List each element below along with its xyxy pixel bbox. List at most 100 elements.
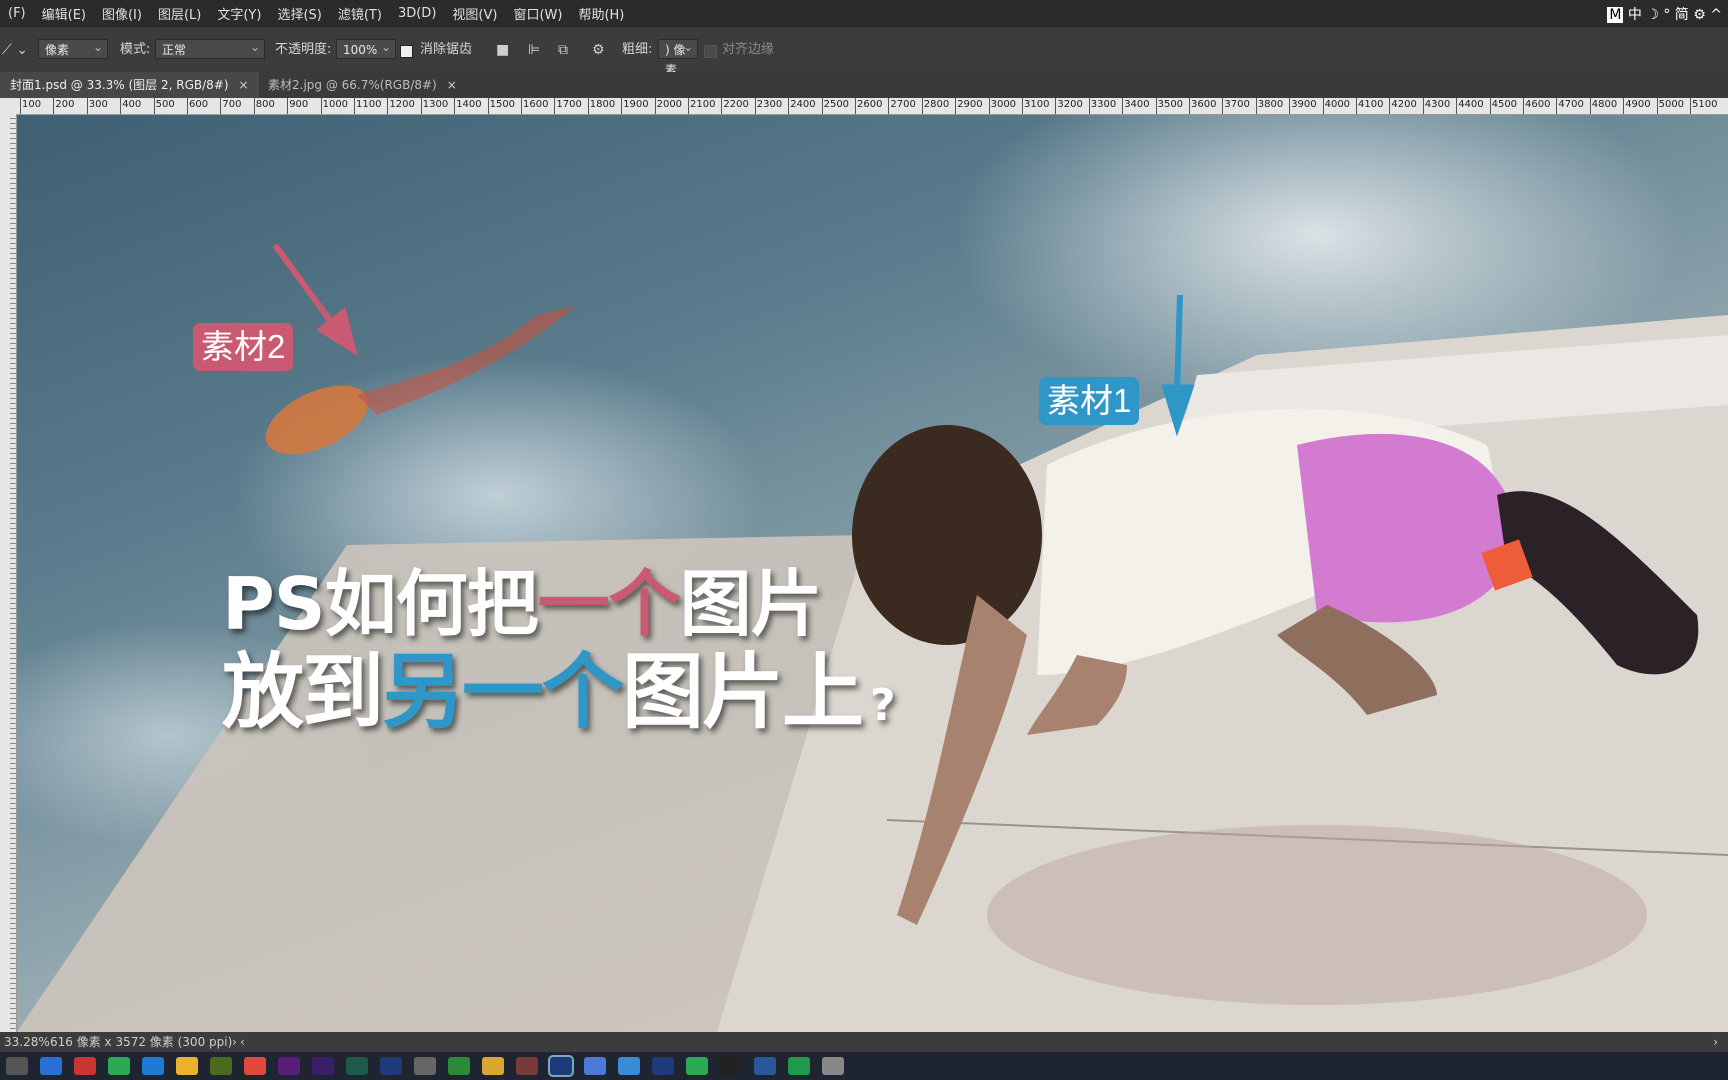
menu-item[interactable]: 帮助(H): [570, 4, 632, 23]
reflection: [987, 825, 1647, 1005]
ruler-tick: [287, 98, 289, 114]
ruler-tick: [220, 98, 222, 114]
wechat-icon[interactable]: [108, 1057, 130, 1075]
menu-item[interactable]: 文字(Y): [209, 4, 269, 23]
ruler-tick: [1189, 98, 1190, 114]
ruler-tick: [1055, 98, 1057, 114]
ruler-label: 4500: [1491, 99, 1518, 110]
horizontal-ruler[interactable]: 100 200 300 400 500 600 700 800 900 1000 1100 1200 1…: [16, 98, 1728, 115]
ruler-tick: [587, 98, 589, 114]
menu-item[interactable]: 图像(I): [94, 4, 150, 23]
width-input[interactable]: ) 像素: [658, 37, 698, 77]
menu-item[interactable]: 3D(D): [390, 6, 444, 21]
ruler-tick: [253, 98, 255, 114]
link-icon[interactable]: [618, 1057, 640, 1075]
menu-item[interactable]: 选择(S): [269, 4, 329, 23]
after-effects-icon[interactable]: [312, 1057, 334, 1075]
ruler-tick: [1623, 98, 1625, 114]
ruler-tick: [1088, 98, 1090, 114]
ruler-label: 2300: [756, 99, 783, 110]
ruler-tick: [721, 98, 723, 114]
video-icon[interactable]: [788, 1057, 810, 1075]
capture-icon[interactable]: [414, 1057, 436, 1075]
opacity-input[interactable]: 100%: [336, 37, 396, 59]
notes-icon[interactable]: [584, 1057, 606, 1075]
tab-cover-psd[interactable]: 封面1.psd @ 33.3% (图层 2, RGB/8#) ×: [0, 72, 259, 98]
word-icon[interactable]: [754, 1057, 776, 1075]
menu-item[interactable]: (F): [0, 6, 34, 21]
ruler-label: 500: [155, 99, 175, 110]
scroll-right-icon[interactable]: ›: [1713, 1032, 1718, 1052]
tool-preset-icon[interactable]: ⟋ ⌄: [2, 39, 28, 61]
ruler-tick: [788, 98, 790, 114]
vertical-ruler[interactable]: [0, 114, 17, 1034]
dreamweaver-icon[interactable]: [210, 1057, 232, 1075]
menu-item[interactable]: 图层(L): [150, 4, 209, 23]
ruler-tick: [1656, 98, 1658, 114]
material1-tag: 素材1: [1039, 377, 1140, 425]
chevron-up-icon[interactable]: ^: [1710, 7, 1722, 23]
ime-mode[interactable]: 简: [1675, 7, 1689, 23]
audition-icon[interactable]: [346, 1057, 368, 1075]
ruler-tick: [921, 98, 923, 114]
ruler-label: 200: [55, 99, 75, 110]
ruler-label: 700: [222, 99, 242, 110]
gear-icon[interactable]: ⚙: [592, 39, 605, 61]
ruler-label: 4200: [1391, 99, 1417, 110]
gallery-icon[interactable]: [176, 1057, 198, 1075]
browser-icon[interactable]: [40, 1057, 62, 1075]
align-edges-checkbox[interactable]: [704, 45, 717, 58]
ruler-tick: [521, 98, 522, 114]
tab-material2[interactable]: 素材2.jpg @ 66.7%(RGB/8#) ×: [258, 72, 467, 98]
ruler-tick: [86, 98, 88, 114]
ruler-label: 1100: [356, 99, 382, 110]
moon-icon[interactable]: ☽: [1646, 7, 1659, 23]
opacity-label: 不透明度:: [275, 42, 332, 57]
stroke-square-icon[interactable]: ■: [496, 39, 509, 61]
green-app-icon[interactable]: [686, 1057, 708, 1075]
scroll-left-icon[interactable]: ‹: [240, 1032, 245, 1052]
system-tray: M 中 ☽ ° 简 ⚙ ^: [1607, 4, 1722, 24]
antialias-checkbox[interactable]: [400, 45, 413, 58]
premiere-icon[interactable]: [278, 1057, 300, 1075]
ruler-label: 3100: [1024, 99, 1050, 110]
start-icon[interactable]: [6, 1057, 28, 1075]
photoshop-active-icon[interactable]: [548, 1055, 574, 1077]
menu-item[interactable]: 编辑(E): [34, 4, 94, 23]
ruler-tick: [387, 98, 389, 114]
unit-select[interactable]: 像素: [38, 37, 108, 59]
ruler-tick: [1322, 98, 1324, 114]
paint-icon[interactable]: [516, 1057, 538, 1075]
ruler-tick: [754, 98, 756, 114]
photoshop2-icon[interactable]: [652, 1057, 674, 1075]
ruler-tick: [1422, 98, 1424, 114]
punct-icon[interactable]: °: [1663, 7, 1670, 23]
ruler-tick: [153, 98, 155, 114]
ime-m-icon[interactable]: M: [1607, 7, 1624, 23]
chrome-icon[interactable]: [244, 1057, 266, 1075]
photoshop-icon[interactable]: [380, 1057, 402, 1075]
close-icon[interactable]: ×: [447, 78, 457, 92]
ruler-label: 2400: [790, 99, 816, 110]
menu-item[interactable]: 滤镜(T): [330, 4, 390, 23]
notepad-icon[interactable]: [822, 1057, 844, 1075]
status-arrow-icon[interactable]: ›: [232, 1032, 237, 1052]
menu-item[interactable]: 视图(V): [444, 4, 505, 23]
folder-icon[interactable]: [482, 1057, 504, 1075]
close-icon[interactable]: ×: [239, 78, 249, 92]
align-icon[interactable]: ⊫: [528, 39, 540, 61]
layers-icon[interactable]: ⧉: [558, 39, 568, 61]
ucloud-icon[interactable]: [142, 1057, 164, 1075]
menu-item[interactable]: 窗口(W): [505, 4, 570, 23]
capcut-icon[interactable]: [720, 1057, 742, 1075]
ruler-tick: [821, 98, 823, 114]
calculator-icon[interactable]: [74, 1057, 96, 1075]
mode-select[interactable]: 正常: [155, 37, 265, 59]
document-canvas[interactable]: 素材2 素材1 PS如何把一个图片 放到另一个图片上?: [17, 115, 1728, 1032]
ime-lang[interactable]: 中: [1628, 7, 1642, 23]
headline-text: 图片上: [622, 645, 864, 740]
camtasia-icon[interactable]: [448, 1057, 470, 1075]
ruler-tick: [120, 98, 122, 114]
settings-icon[interactable]: ⚙: [1693, 7, 1706, 23]
zoom-level[interactable]: 33.28%: [4, 1032, 50, 1052]
